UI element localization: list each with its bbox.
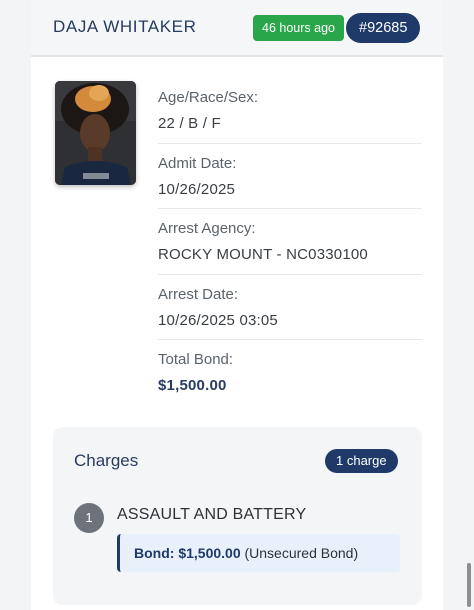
detail-value: 22 / B / F	[158, 115, 221, 132]
time-ago-badge: 46 hours ago	[253, 15, 344, 41]
page-gutter-right	[443, 0, 474, 610]
detail-value: 10/26/2025	[158, 180, 236, 198]
charge-bond-box: Bond: $1,500.00 (Unsecured Bond)	[117, 534, 400, 572]
charges-panel: Charges 1 charge 1 ASSAULT AND BATTERY B…	[53, 427, 422, 605]
mugshot-image	[55, 81, 136, 185]
detail-age-race-sex: Age/Race/Sex: 22 / B / F	[158, 78, 422, 144]
charges-title: Charges	[74, 451, 139, 470]
inmate-card: DAJA WHITAKER 46 hours ago #92685 Age/Ra…	[31, 0, 443, 610]
mugshot-photo[interactable]	[55, 81, 136, 185]
detail-list: Age/Race/Sex: 22 / B / F Admit Date: 10/…	[158, 78, 422, 406]
charge-name: ASSAULT AND BATTERY	[117, 506, 307, 523]
detail-value: $1,500.00	[158, 377, 227, 394]
detail-label: Arrest Agency:	[158, 220, 256, 237]
detail-label: Admit Date:	[158, 154, 237, 172]
page-gutter-left	[0, 0, 31, 610]
detail-arrest-date: Arrest Date: 10/26/2025 03:05	[158, 275, 422, 340]
detail-admit-date: Admit Date: 10/26/2025	[158, 144, 422, 209]
charge-count-badge: 1 charge	[325, 449, 398, 473]
detail-value: ROCKY MOUNT - NC0330100	[158, 246, 368, 263]
charge-bond-amount: Bond: $1,500.00	[134, 545, 241, 561]
charge-number-badge: 1	[74, 503, 104, 533]
page: DAJA WHITAKER 46 hours ago #92685 Age/Ra…	[0, 0, 474, 610]
inmate-name: DAJA WHITAKER	[53, 17, 197, 36]
detail-label: Total Bond:	[158, 351, 234, 368]
charge-bond-type: (Unsecured Bond)	[244, 545, 359, 561]
scrollbar-thumb[interactable]	[467, 563, 471, 607]
detail-total-bond: Total Bond: $1,500.00	[158, 340, 422, 406]
detail-arrest-agency: Arrest Agency: ROCKY MOUNT - NC0330100	[158, 209, 422, 275]
detail-value: 10/26/2025 03:05	[158, 311, 278, 329]
booking-id-badge: #92685	[346, 13, 421, 43]
card-header: DAJA WHITAKER 46 hours ago #92685	[31, 0, 443, 57]
detail-label: Age/Race/Sex:	[158, 89, 259, 106]
detail-label: Arrest Date:	[158, 285, 239, 303]
